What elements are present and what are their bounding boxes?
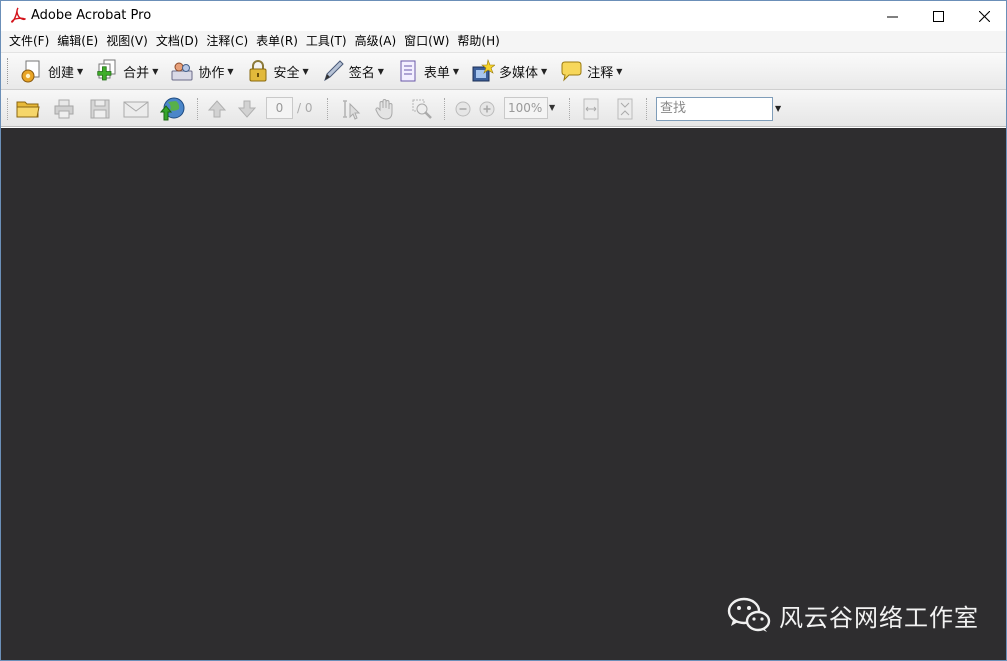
menu-comments[interactable]: 注释(C) (202, 31, 252, 52)
pen-icon (323, 60, 344, 82)
window-title: Adobe Acrobat Pro (31, 8, 152, 23)
combine-icon (97, 59, 116, 81)
toolbar-separator (444, 98, 446, 120)
text-select-icon (343, 100, 361, 120)
search-input[interactable]: 查找 (656, 97, 773, 121)
sign-button[interactable]: 签名 ▼ (317, 56, 388, 86)
hand-tool-button[interactable] (372, 96, 398, 122)
combine-label: 合并 (123, 65, 150, 81)
security-label: 安全 (273, 65, 300, 81)
wechat-icon (727, 597, 771, 632)
combine-button[interactable]: 合并 ▼ (91, 56, 162, 86)
fit-width-icon (583, 98, 599, 120)
zoom-in-button[interactable] (474, 96, 500, 122)
zoom-in-icon (479, 101, 495, 117)
printer-icon (54, 99, 74, 119)
hand-icon (375, 99, 393, 120)
zoom-tool-icon (412, 99, 432, 119)
save-icon (90, 99, 110, 119)
menu-document[interactable]: 文档(D) (152, 31, 203, 52)
title-bar[interactable]: Adobe Acrobat Pro (1, 1, 1006, 31)
menu-help[interactable]: 帮助(H) (453, 31, 503, 52)
collaborate-label: 协作 (198, 65, 225, 81)
toolbar-separator (327, 98, 329, 120)
security-button[interactable]: 安全 ▼ (242, 56, 313, 86)
toolbar-separator (197, 98, 199, 120)
zoom-out-icon (455, 101, 471, 117)
chevron-down-icon: ▼ (616, 66, 623, 76)
comment-label: 注释 (587, 65, 614, 81)
toolbar-grip[interactable] (7, 98, 9, 120)
next-page-button[interactable] (234, 96, 260, 122)
sign-label: 签名 (348, 65, 375, 81)
arrow-up-icon (207, 100, 227, 118)
folder-icon (16, 101, 40, 118)
menu-window[interactable]: 窗口(W) (400, 31, 453, 52)
collaborate-icon (171, 62, 193, 81)
page-number-input[interactable]: 0 (266, 97, 293, 119)
create-label: 创建 (48, 65, 75, 81)
open-button[interactable] (15, 96, 41, 122)
print-button[interactable] (51, 96, 77, 122)
menu-bar: 文件(F) 编辑(E) 视图(V) 文档(D) 注释(C) 表单(R) 工具(T… (1, 31, 1006, 52)
document-area[interactable] (1, 128, 1006, 660)
menu-advanced[interactable]: 高级(A) (351, 31, 401, 52)
chevron-down-icon: ▼ (452, 66, 460, 76)
previous-page-button[interactable] (204, 96, 230, 122)
minimize-icon (886, 16, 898, 17)
acrobat-window: Adobe Acrobat Pro 文件(F) 编辑(E) 视图(V) 文档(D… (0, 0, 1007, 661)
upload-web-button[interactable] (159, 96, 185, 122)
fit-page-icon (617, 98, 633, 120)
menu-edit[interactable]: 编辑(E) (53, 31, 102, 52)
acrobat-logo-icon (11, 7, 26, 23)
collaborate-button[interactable]: 协作 ▼ (166, 56, 237, 86)
create-button[interactable]: 创建 ▼ (16, 56, 87, 86)
menu-view[interactable]: 视图(V) (102, 31, 152, 52)
chevron-down-icon: ▼ (152, 66, 159, 76)
menu-file[interactable]: 文件(F) (5, 31, 53, 52)
minimize-button[interactable] (869, 1, 915, 31)
multimedia-button[interactable]: 多媒体 ▼ (467, 56, 551, 86)
tasks-toolbar: 创建 ▼ 合并 ▼ 协作 ▼ 安全 ▼ 签名 ▼ 表单 ▼ 多媒体 ▼ 注释 ▼ (1, 52, 1006, 90)
zoom-out-button[interactable] (450, 96, 476, 122)
save-button[interactable] (87, 96, 113, 122)
form-icon (400, 60, 416, 82)
maximize-button[interactable] (915, 1, 961, 31)
chevron-down-icon: ▼ (541, 66, 548, 76)
globe-upload-icon (159, 97, 185, 121)
chevron-down-icon: ▼ (302, 66, 309, 76)
toolbar-grip[interactable] (7, 58, 10, 84)
create-icon (21, 60, 40, 83)
fit-page-button[interactable] (612, 96, 638, 122)
forms-button[interactable]: 表单 ▼ (392, 56, 463, 86)
lock-icon (249, 60, 267, 82)
envelope-icon (123, 101, 149, 118)
menu-tools[interactable]: 工具(T) (302, 31, 351, 52)
chevron-down-icon: ▼ (227, 66, 234, 76)
close-icon (978, 10, 990, 22)
watermark: 风云谷网络工作室 (727, 597, 979, 633)
select-tool-button[interactable] (337, 96, 363, 122)
arrow-down-icon (237, 100, 257, 118)
marquee-zoom-button[interactable] (409, 96, 435, 122)
close-button[interactable] (961, 1, 1007, 31)
watermark-text: 风云谷网络工作室 (779, 603, 979, 632)
comment-icon (561, 61, 582, 82)
multimedia-icon (472, 59, 496, 82)
zoom-level-input[interactable]: 100% (504, 97, 548, 119)
chevron-down-icon: ▼ (77, 66, 84, 76)
search-chevron-down-icon[interactable]: ▼ (775, 104, 781, 113)
page-total: / 0 (297, 101, 313, 115)
toolbar-separator (569, 98, 571, 120)
zoom-dropdown-chevron-down-icon[interactable]: ▼ (549, 103, 555, 112)
menu-forms[interactable]: 表单(R) (252, 31, 302, 52)
maximize-icon (932, 10, 944, 22)
chevron-down-icon: ▼ (377, 66, 384, 76)
fit-width-button[interactable] (578, 96, 604, 122)
toolbar-separator (646, 98, 648, 120)
comment-button[interactable]: 注释 ▼ (555, 56, 626, 86)
forms-label: 表单 (423, 65, 450, 81)
email-button[interactable] (123, 96, 149, 122)
multimedia-label: 多媒体 (499, 65, 539, 81)
